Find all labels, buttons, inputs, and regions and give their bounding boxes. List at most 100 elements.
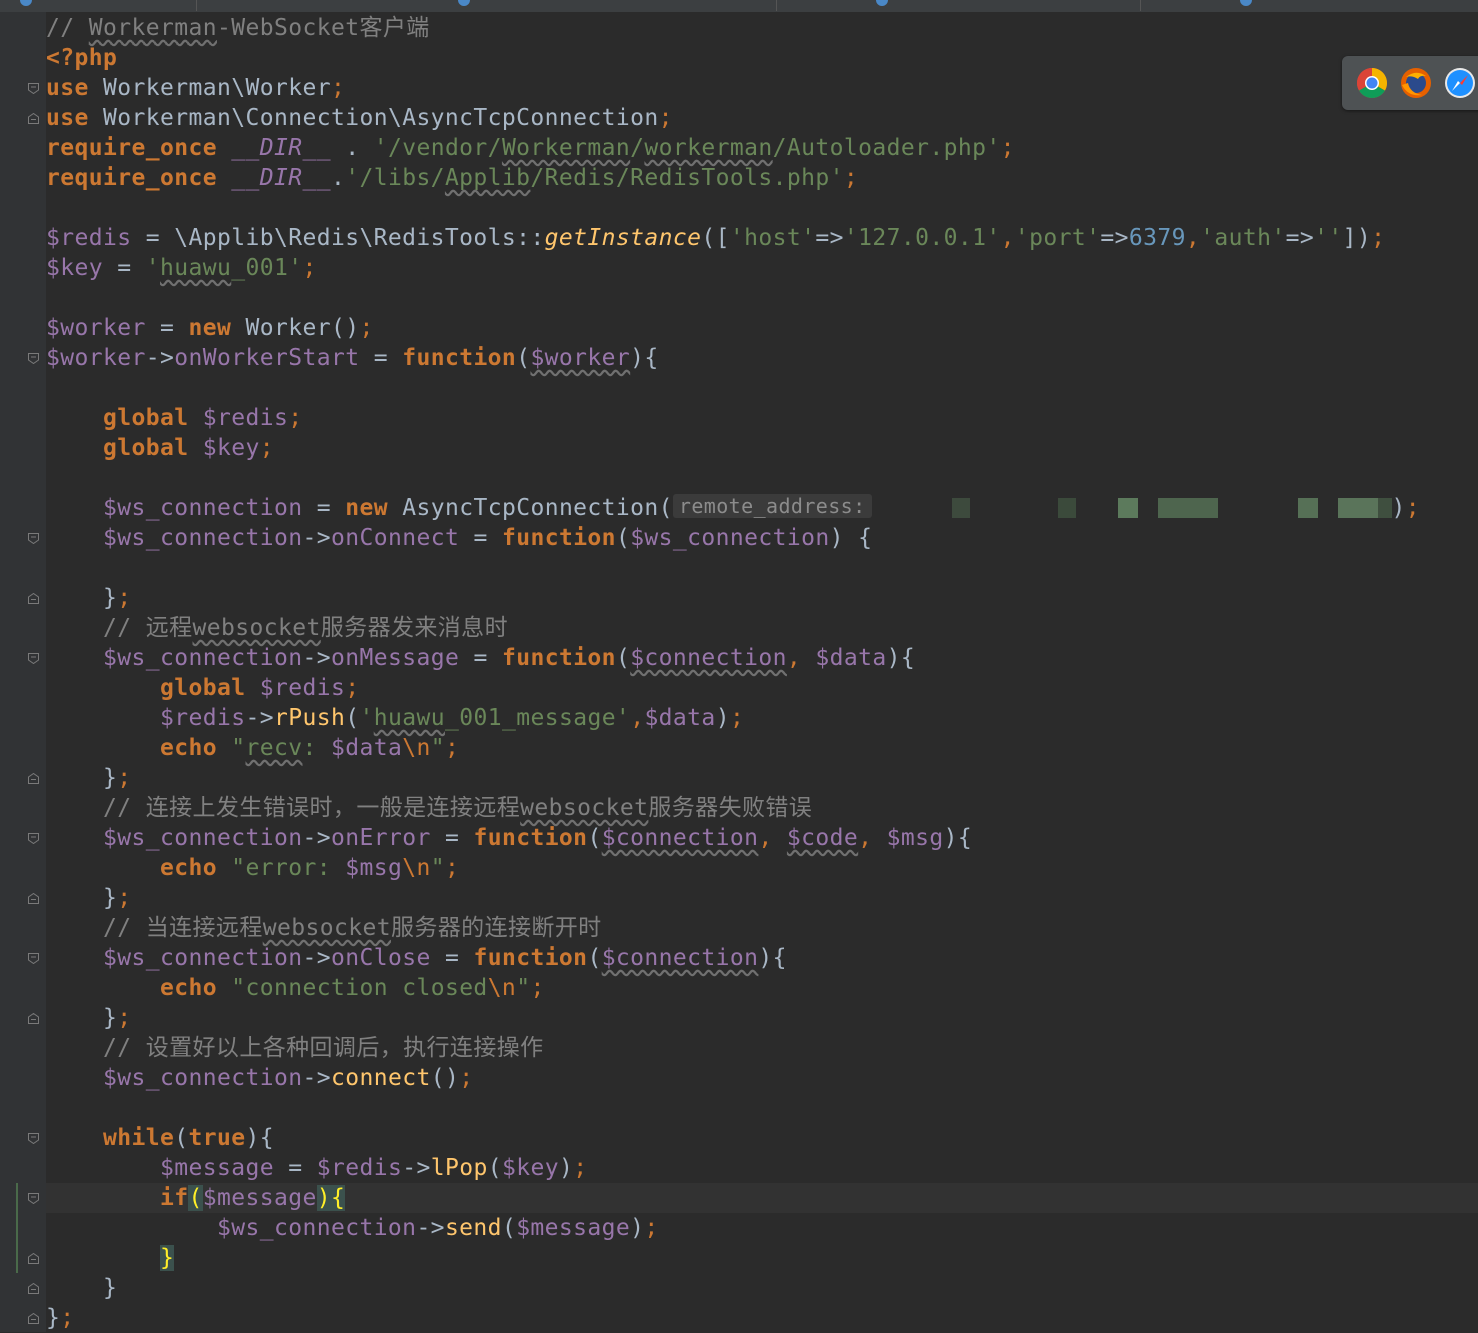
code-line[interactable]: <?php (46, 43, 117, 73)
fold-start-icon[interactable] (28, 833, 39, 844)
fold-start-icon[interactable] (28, 533, 39, 544)
code-token: 'host' (729, 225, 816, 251)
code-token: ; (1371, 225, 1386, 251)
code-line[interactable]: // 远程websocket服务器发来消息时 (46, 613, 508, 643)
code-token: 'port' (1014, 225, 1101, 251)
code-line[interactable]: $worker->onWorkerStart = function($worke… (46, 343, 659, 373)
blur-block (1297, 498, 1318, 518)
safari-icon[interactable] (1444, 67, 1476, 99)
code-token: $connection (601, 825, 759, 851)
code-line[interactable]: $key = 'huawu_001'; (46, 253, 317, 283)
fold-start-icon[interactable] (28, 353, 39, 364)
fold-end-icon[interactable] (28, 893, 39, 904)
code-token: Workerman (88, 15, 217, 41)
code-line[interactable]: while(true){ (46, 1123, 274, 1153)
code-line[interactable]: $redis->rPush('huawu_001_message',$data)… (46, 703, 744, 733)
code-line[interactable]: if($message){ (46, 1183, 346, 1213)
editor-tab[interactable] (0, 0, 197, 11)
code-token: ; (459, 1065, 474, 1091)
code-line[interactable]: global $redis; (46, 673, 359, 703)
code-token: \n (487, 975, 517, 1001)
code-editor[interactable]: // Workerman-WebSocket客户端 <?php use Worker… (46, 12, 1478, 1332)
code-line[interactable]: }; (46, 763, 132, 793)
editor-tab[interactable] (776, 0, 1141, 11)
code-token: new (345, 495, 403, 521)
code-token: ){ (758, 945, 787, 971)
code-token: workerman (644, 135, 773, 161)
code-line[interactable]: // 当连接远程websocket服务器的连接断开时 (46, 913, 602, 943)
code-line[interactable]: $message = $redis->lPop($key); (46, 1153, 587, 1183)
code-token: $message (516, 1215, 631, 1241)
code-line[interactable]: $ws_connection->onClose = function($conn… (46, 943, 787, 973)
code-line[interactable]: use Workerman\Worker; (46, 73, 345, 103)
fold-end-icon[interactable] (28, 773, 39, 784)
fold-start-icon[interactable] (28, 1133, 39, 1144)
fold-end-icon[interactable] (28, 113, 39, 124)
code-line[interactable]: use Workerman\Connection\AsyncTcpConnect… (46, 103, 673, 133)
code-line[interactable]: } (46, 1273, 117, 1303)
code-line[interactable]: global $key; (46, 433, 274, 463)
code-line[interactable]: $ws_connection->connect(); (46, 1063, 473, 1093)
code-token: Applib (444, 165, 531, 191)
code-line[interactable]: }; (46, 1003, 132, 1033)
code-line[interactable]: // 设置好以上各种回调后，执行连接操作 (46, 1033, 544, 1063)
code-line[interactable]: echo "error: $msg\n"; (46, 853, 459, 883)
fold-start-icon[interactable] (28, 83, 39, 94)
code-line[interactable]: } (46, 1243, 175, 1273)
code-line[interactable]: require_once __DIR__.'/libs/Applib/Redis… (46, 163, 858, 193)
code-line[interactable]: echo "recv: $data\n"; (46, 733, 459, 763)
code-line[interactable]: global $redis; (46, 403, 302, 433)
code-token: => (815, 225, 844, 251)
code-token: $data (330, 735, 403, 761)
code-line[interactable]: }; (46, 1303, 75, 1333)
code-line[interactable]: // 连接上发生错误时，一般是连接远程websocket服务器失败错误 (46, 793, 812, 823)
code-line[interactable]: }; (46, 883, 132, 913)
code-line[interactable]: $redis = \Applib\Redis\RedisTools::getIn… (46, 223, 1385, 253)
firefox-icon[interactable] (1400, 67, 1432, 99)
code-line[interactable]: $ws_connection->onConnect = function($ws… (46, 523, 872, 553)
code-token: -WebSocket客户端 (216, 15, 430, 41)
php-file-icon (458, 0, 470, 6)
code-token: = (103, 255, 146, 281)
code-token: -> (302, 525, 331, 551)
code-token: 'auth' (1200, 225, 1286, 251)
chrome-icon[interactable] (1356, 67, 1388, 99)
code-line[interactable]: $worker = new Worker(); (46, 313, 374, 343)
code-line[interactable]: $ws_connection->onError = function($conn… (46, 823, 972, 853)
fold-end-icon[interactable] (28, 593, 39, 604)
code-line[interactable]: echo "connection closed\n"; (46, 973, 545, 1003)
editor-tab[interactable] (196, 0, 777, 11)
code-token: function (501, 645, 616, 671)
code-line[interactable]: $ws_connection->onMessage = function($co… (46, 643, 915, 673)
code-line[interactable]: $ws_connection = new AsyncTcpConnection(… (46, 493, 1420, 523)
code-line[interactable]: $ws_connection->send($message); (46, 1213, 659, 1243)
code-token: $key (501, 1155, 559, 1181)
code-line[interactable]: require_once __DIR__ . '/vendor/Workerma… (46, 133, 1015, 163)
fold-start-icon[interactable] (28, 653, 39, 664)
code-line[interactable]: // Workerman-WebSocket客户端 (46, 13, 430, 43)
code-token: ( (174, 1125, 189, 1151)
code-token: _001' (231, 255, 303, 281)
code-token: 服务器失败错误 (648, 795, 813, 821)
code-token: } (46, 885, 118, 911)
editor-tab[interactable] (1140, 0, 1478, 11)
code-token: global (103, 435, 203, 461)
fold-end-icon[interactable] (28, 1013, 39, 1024)
code-token: onClose (330, 945, 431, 971)
code-line[interactable]: }; (46, 583, 132, 613)
fold-end-icon[interactable] (28, 1253, 39, 1264)
fold-end-icon[interactable] (28, 1313, 39, 1324)
fold-end-icon[interactable] (28, 1283, 39, 1294)
fold-start-icon[interactable] (28, 1193, 39, 1204)
code-token: $connection (601, 945, 759, 971)
code-token: recv (245, 735, 303, 761)
code-token: ; (60, 1305, 75, 1331)
fold-start-icon[interactable] (28, 953, 39, 964)
code-token: " (231, 735, 246, 761)
